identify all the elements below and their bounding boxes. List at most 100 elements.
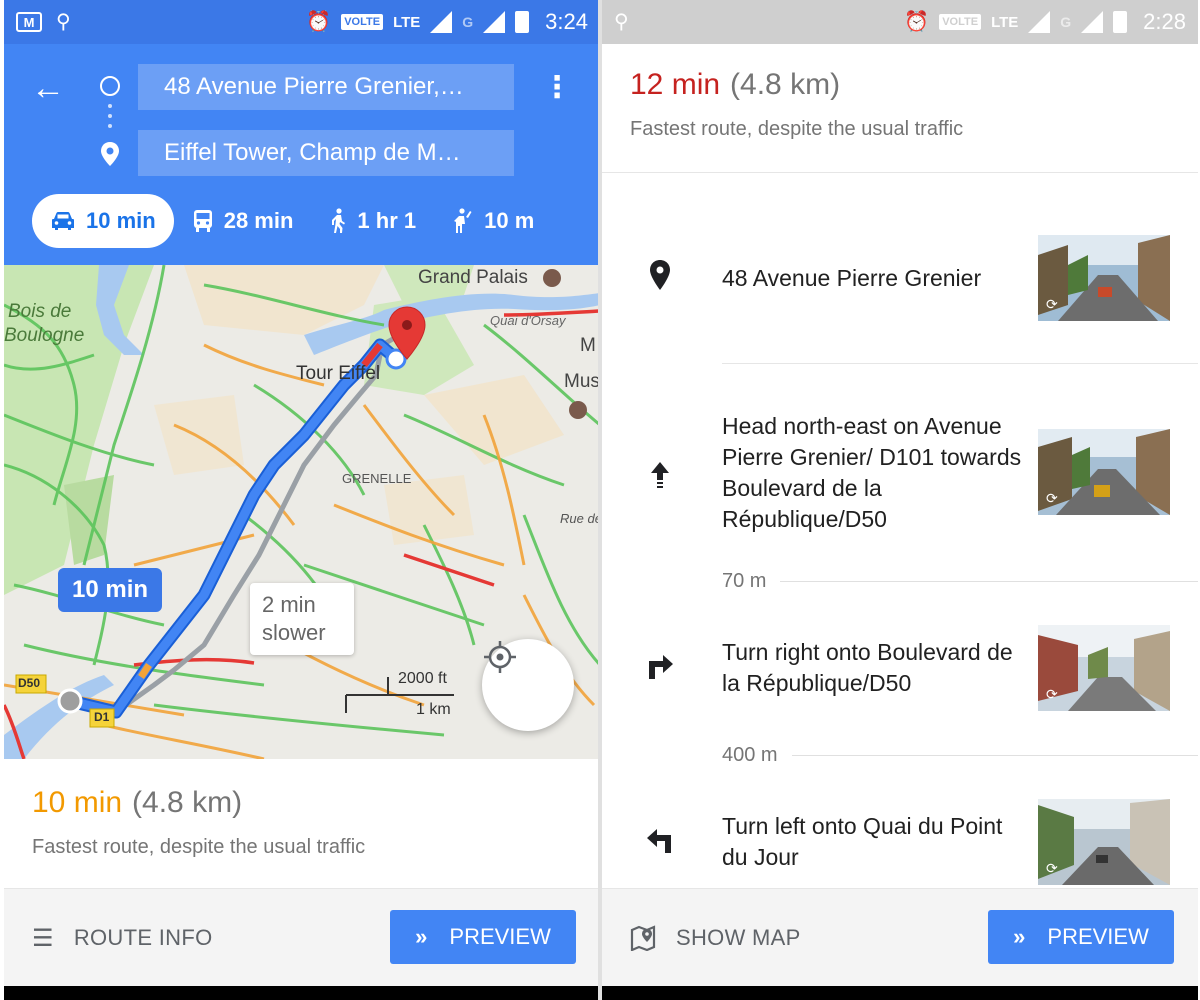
road-shield-d1: D1 bbox=[94, 710, 110, 724]
route-info-button[interactable]: ☰ ROUTE INFO bbox=[32, 889, 213, 987]
summary-distance: (4.8 km) bbox=[132, 786, 243, 819]
turn-left-icon bbox=[646, 823, 674, 855]
rotate-360-icon: ⟳ bbox=[1046, 686, 1058, 702]
route-steps-screen: ⚲ ⏰ VOLTE LTE G 2:28 12 min (4.8 km) Fast… bbox=[602, 0, 1198, 1000]
place-pin-icon bbox=[646, 259, 674, 291]
summary-description: Fastest route, despite the usual traffic bbox=[630, 118, 964, 140]
scale-km: 1 km bbox=[416, 701, 451, 718]
signal-icon bbox=[1028, 11, 1051, 33]
mode-transit-label: 28 min bbox=[223, 208, 294, 233]
travel-modes: 10 min 28 min 1 hr 1 10 m bbox=[32, 194, 552, 248]
signal-icon-2 bbox=[1081, 11, 1104, 33]
mode-driving-label: 10 min bbox=[86, 208, 156, 233]
step-distance: 70 m bbox=[722, 569, 767, 592]
route-time-bubble[interactable]: 10 min bbox=[58, 568, 162, 612]
step-list: 48 Avenue Pierre Grenier ⟳ Head north-ea… bbox=[602, 172, 1198, 888]
map-label-rue: Rue de bbox=[560, 511, 600, 526]
map-label-grenelle: GRENELLE bbox=[342, 471, 412, 486]
g-label: G bbox=[462, 14, 474, 30]
map-label-bois: Bois de bbox=[8, 301, 72, 322]
directions-screen: M ⚲ ⏰ VOLTE LTE G 3:24 ← 48 Avenue Pierr… bbox=[4, 0, 600, 1000]
g-label: G bbox=[1060, 14, 1072, 30]
turn-right-icon bbox=[646, 649, 674, 681]
route-summary: 10 min (4.8 km) Fastest route, despite th… bbox=[4, 786, 600, 859]
route-markers bbox=[98, 76, 122, 172]
signal-icon bbox=[430, 11, 453, 33]
origin-field[interactable]: 48 Avenue Pierre Grenier,… bbox=[138, 64, 514, 110]
car-icon bbox=[52, 212, 74, 230]
map-label-boulogne: Boulogne bbox=[4, 325, 85, 346]
lte-label: LTE bbox=[991, 13, 1019, 31]
street-view-thumbnail[interactable]: ⟳ bbox=[1038, 429, 1170, 515]
more-options-icon[interactable]: ⋮ bbox=[542, 68, 572, 108]
map-label-quai-orsay: Quai d'Orsay bbox=[490, 313, 566, 328]
distance-separator: 400 m bbox=[722, 743, 1198, 767]
lte-label: LTE bbox=[393, 13, 421, 31]
scale-feet: 2000 ft bbox=[398, 670, 447, 687]
summary-distance: (4.8 km) bbox=[730, 68, 841, 101]
step-distance: 400 m bbox=[722, 743, 778, 766]
rotate-360-icon: ⟳ bbox=[1046, 860, 1058, 876]
mode-ride[interactable]: 10 m bbox=[434, 194, 552, 248]
arrow-up-icon bbox=[646, 459, 674, 491]
gmail-icon: M bbox=[16, 12, 42, 32]
step-text: Turn left onto Quai du Point du Jour bbox=[722, 813, 1003, 870]
double-chevron-icon: » bbox=[1013, 924, 1026, 949]
double-chevron-icon: » bbox=[415, 924, 428, 949]
route-info-label: ROUTE INFO bbox=[73, 925, 213, 950]
show-map-button[interactable]: SHOW MAP bbox=[630, 889, 801, 987]
preview-button[interactable]: » PREVIEW bbox=[390, 910, 576, 964]
alarm-icon: ⏰ bbox=[904, 11, 930, 33]
directions-header: ← 48 Avenue Pierre Grenier,… Eiffel Towe… bbox=[4, 44, 600, 265]
divider bbox=[722, 363, 1198, 364]
dot bbox=[108, 124, 112, 128]
dot bbox=[108, 104, 112, 108]
battery-icon bbox=[1113, 11, 1128, 33]
rotate-360-icon: ⟳ bbox=[1046, 490, 1058, 506]
system-nav-bar bbox=[602, 986, 1198, 1000]
status-time: 3:24 bbox=[545, 9, 588, 34]
bottom-action-bar: ☰ ROUTE INFO » PREVIEW bbox=[4, 888, 600, 986]
summary-time: 12 min bbox=[630, 68, 721, 101]
walk-icon bbox=[332, 208, 346, 233]
route-map[interactable]: Grand Palais Quai d'Orsay Bois de Boulog… bbox=[4, 265, 600, 759]
distance-separator: 70 m bbox=[722, 569, 1198, 593]
alt-route-line2: slower bbox=[262, 620, 326, 645]
alt-route-bubble[interactable]: 2 min slower bbox=[250, 583, 354, 655]
alarm-icon: ⏰ bbox=[306, 11, 332, 33]
alt-route-line1: 2 min bbox=[262, 592, 316, 617]
mode-walking-label: 1 hr 1 bbox=[357, 208, 417, 233]
street-view-thumbnail[interactable]: ⟳ bbox=[1038, 625, 1170, 711]
status-bar: ⚲ ⏰ VOLTE LTE G 2:28 bbox=[602, 0, 1198, 44]
route-summary: 12 min (4.8 km) Fastest route, despite th… bbox=[602, 68, 1198, 141]
preview-label: PREVIEW bbox=[1047, 924, 1149, 949]
mode-driving[interactable]: 10 min bbox=[32, 194, 174, 248]
street-view-thumbnail[interactable]: ⟳ bbox=[1038, 235, 1170, 321]
map-pin-icon bbox=[630, 925, 656, 951]
bottom-action-bar: SHOW MAP » PREVIEW bbox=[602, 888, 1198, 986]
battery-icon bbox=[515, 11, 530, 33]
dot bbox=[108, 114, 112, 118]
map-label-grand-palais: Grand Palais bbox=[418, 267, 528, 288]
status-time: 2:28 bbox=[1143, 9, 1186, 34]
destination-pin-icon bbox=[101, 142, 119, 166]
my-location-button[interactable] bbox=[482, 639, 574, 731]
volte-badge: VOLTE bbox=[341, 14, 384, 30]
street-view-thumbnail[interactable]: ⟳ bbox=[1038, 799, 1170, 885]
usb-icon: ⚲ bbox=[614, 11, 629, 33]
list-icon: ☰ bbox=[32, 924, 54, 952]
rotate-360-icon: ⟳ bbox=[1046, 296, 1058, 312]
status-bar: M ⚲ ⏰ VOLTE LTE G 3:24 bbox=[4, 0, 600, 44]
show-map-label: SHOW MAP bbox=[676, 925, 801, 950]
ride-icon bbox=[454, 208, 472, 233]
mode-walking[interactable]: 1 hr 1 bbox=[311, 194, 434, 248]
crosshair-icon bbox=[484, 641, 516, 673]
preview-button[interactable]: » PREVIEW bbox=[988, 910, 1174, 964]
step-text: 48 Avenue Pierre Grenier bbox=[722, 265, 982, 291]
mode-transit[interactable]: 28 min bbox=[174, 194, 312, 248]
mode-ride-label: 10 m bbox=[484, 208, 535, 233]
signal-icon-2 bbox=[483, 11, 506, 33]
map-label-mus: Mus bbox=[564, 371, 600, 392]
back-arrow-icon[interactable]: ← bbox=[26, 66, 70, 110]
destination-field[interactable]: Eiffel Tower, Champ de M… bbox=[138, 130, 514, 176]
